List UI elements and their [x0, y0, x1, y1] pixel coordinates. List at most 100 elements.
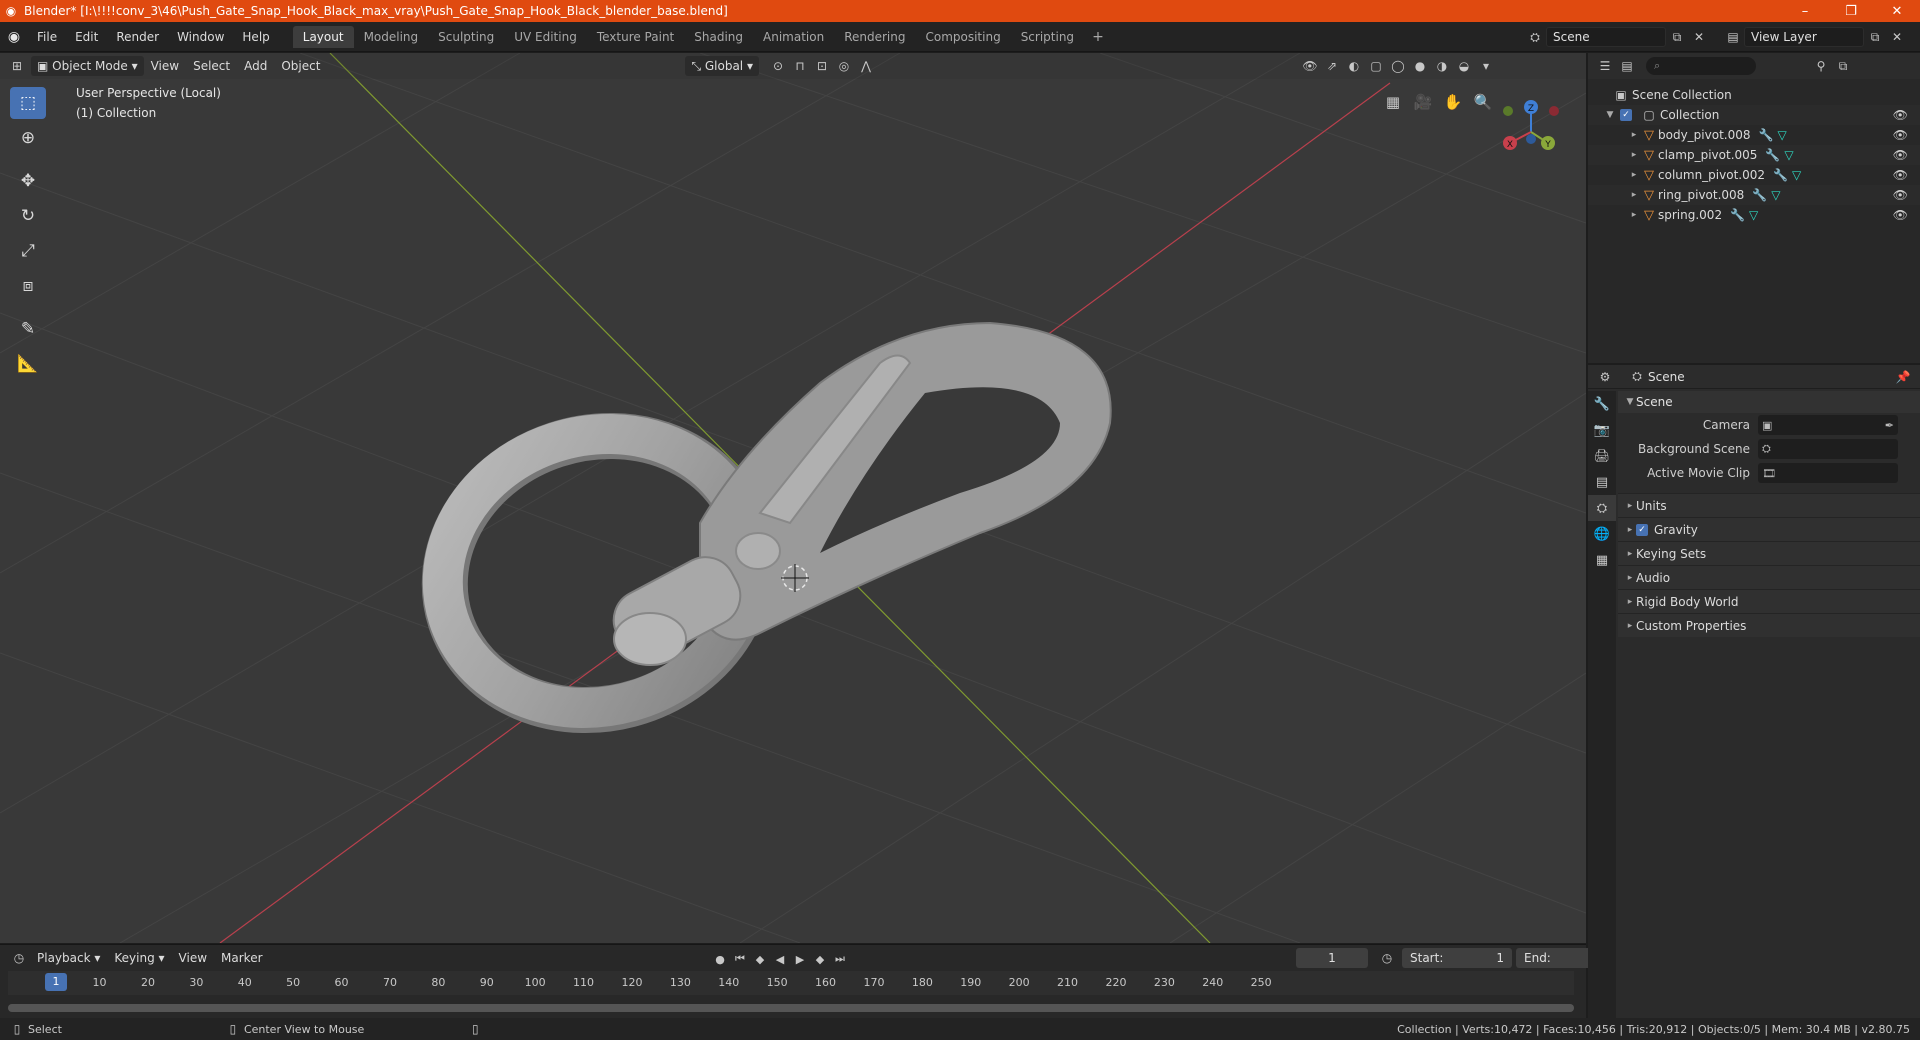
start-frame-field[interactable]: Start: 1 [1402, 948, 1512, 968]
camera-field[interactable]: ▣ ✒ [1758, 415, 1898, 435]
expand-object-icon[interactable]: ▸ [1628, 130, 1640, 140]
cursor-tool-icon[interactable]: ⊕ [10, 122, 46, 154]
expand-object-icon[interactable]: ▸ [1628, 190, 1640, 200]
select-box-tool-icon[interactable]: ⬚ [10, 87, 46, 119]
current-frame-field[interactable]: 1 [1296, 948, 1368, 968]
modifier-icon[interactable]: 🔧 [1765, 148, 1780, 162]
mesh-data-icon[interactable]: ▽ [1784, 148, 1793, 162]
add-workspace-icon[interactable]: + [1084, 29, 1112, 45]
move-tool-icon[interactable]: ✥ [10, 165, 46, 197]
tab-scripting[interactable]: Scripting [1011, 26, 1084, 48]
gizmo-toggle-icon[interactable]: ⇗ [1321, 56, 1343, 76]
expand-object-icon[interactable]: ▸ [1628, 150, 1640, 160]
collection-visibility-icon[interactable]: 👁 [1893, 108, 1908, 122]
world-tab-icon[interactable]: 🌐 [1588, 521, 1616, 547]
viewport-menu-add[interactable]: Add [237, 56, 274, 76]
snap-hook-model[interactable] [407, 321, 1112, 749]
outliner-object-row[interactable]: ▸ ▽ column_pivot.002 🔧 ▽ 👁 [1588, 165, 1920, 185]
menu-edit[interactable]: Edit [66, 22, 107, 52]
menu-window[interactable]: Window [168, 22, 233, 52]
view-layer-field[interactable]: View Layer [1744, 27, 1864, 47]
timeline-editor-type-icon[interactable]: ◷ [8, 948, 30, 968]
outliner-object-row[interactable]: ▸ ▽ spring.002 🔧 ▽ 👁 [1588, 205, 1920, 225]
keying-sets-panel[interactable]: ▸ Keying Sets [1618, 541, 1920, 565]
viewport-menu-object[interactable]: Object [274, 56, 327, 76]
menu-render[interactable]: Render [107, 22, 168, 52]
rotate-tool-icon[interactable]: ↻ [10, 200, 46, 232]
viewport-menu-view[interactable]: View [144, 56, 186, 76]
object-visibility-icon[interactable]: 👁 [1893, 188, 1908, 202]
mesh-data-icon[interactable]: ▽ [1792, 168, 1801, 182]
mode-dropdown[interactable]: ▣ Object Mode ▾ [31, 56, 144, 76]
gizmo-neg-x-icon[interactable] [1549, 106, 1559, 116]
view-layer-tab-icon[interactable]: ▤ [1588, 469, 1616, 495]
tab-rendering[interactable]: Rendering [834, 26, 915, 48]
outliner-editor-type-icon[interactable]: ☰ [1594, 56, 1616, 76]
scale-tool-icon[interactable]: ⤢ [10, 235, 46, 267]
gravity-checkbox[interactable]: ✓ [1636, 523, 1648, 536]
units-panel[interactable]: ▸ Units [1618, 493, 1920, 517]
jump-end-icon[interactable]: ⏭ [830, 949, 850, 969]
expand-object-icon[interactable]: ▸ [1628, 210, 1640, 220]
collection-checkbox-icon[interactable]: ✓ [1620, 109, 1632, 121]
delete-scene-icon[interactable]: ✕ [1688, 27, 1710, 47]
shading-wireframe-icon[interactable]: ◯ [1387, 56, 1409, 76]
object-visibility-icon[interactable]: 👁 [1893, 208, 1908, 222]
scene-tab-icon[interactable]: ⛭ [1588, 495, 1616, 521]
timeline-menu-marker[interactable]: Marker [214, 948, 269, 968]
output-tab-icon[interactable]: 🖨 [1588, 443, 1616, 469]
tab-shading[interactable]: Shading [684, 26, 753, 48]
mesh-data-icon[interactable]: ▽ [1777, 128, 1786, 142]
render-tab-icon[interactable]: 📷 [1588, 417, 1616, 443]
display-mode-icon[interactable]: ▤ [1616, 56, 1638, 76]
shading-options-icon[interactable]: ▾ [1475, 56, 1497, 76]
expand-panel-icon[interactable]: ▸ [1624, 501, 1636, 511]
current-frame-indicator[interactable]: 1 [45, 973, 67, 991]
viewport-menu-select[interactable]: Select [186, 56, 237, 76]
overlay-toggle-icon[interactable]: ◐ [1343, 56, 1365, 76]
timeline-menu-keying[interactable]: Keying ▾ [107, 948, 171, 968]
expand-panel-icon[interactable]: ▸ [1624, 573, 1636, 583]
object-visibility-icon[interactable]: 👁 [1893, 148, 1908, 162]
outliner-object-row[interactable]: ▸ ▽ clamp_pivot.005 🔧 ▽ 👁 [1588, 145, 1920, 165]
transform-orientation-dropdown[interactable]: ⤡ Global ▾ [685, 56, 759, 76]
tool-tab-icon[interactable]: 🔧 [1588, 391, 1616, 417]
background-scene-field[interactable]: ⛭ [1758, 439, 1898, 459]
toggle-camera-grid-icon[interactable]: ▦ [1378, 87, 1408, 117]
tab-compositing[interactable]: Compositing [915, 26, 1010, 48]
view-layer-icon[interactable]: ▤ [1722, 27, 1744, 47]
tab-layout[interactable]: Layout [292, 25, 354, 48]
scene-collection-row[interactable]: ▣ Scene Collection [1588, 85, 1920, 105]
menu-help[interactable]: Help [233, 22, 278, 52]
scene-field[interactable]: Scene [1546, 27, 1666, 47]
rigid-body-world-panel[interactable]: ▸ Rigid Body World [1618, 589, 1920, 613]
collection-row[interactable]: ▼ ✓ ▢ Collection 👁 [1588, 105, 1920, 125]
preview-range-icon[interactable]: ◷ [1376, 948, 1398, 968]
object-visibility-icon[interactable]: 👁 [1893, 168, 1908, 182]
object-visibility-icon[interactable]: 👁 [1893, 128, 1908, 142]
gizmo-neg-z-icon[interactable] [1526, 134, 1536, 144]
new-scene-icon[interactable]: ⧉ [1666, 27, 1688, 47]
pin-icon[interactable]: 📌 [1892, 367, 1914, 387]
prev-keyframe-icon[interactable]: ◆ [750, 949, 770, 969]
gizmo-neg-y-icon[interactable] [1503, 106, 1513, 116]
tab-sculpting[interactable]: Sculpting [428, 26, 504, 48]
play-icon[interactable]: ▶ [790, 949, 810, 969]
expand-panel-icon[interactable]: ▸ [1624, 621, 1636, 631]
maximize-button[interactable]: ❐ [1828, 0, 1874, 22]
eyedropper-icon[interactable]: ✒ [1885, 419, 1894, 432]
measure-tool-icon[interactable]: 📐 [10, 348, 46, 380]
expand-object-icon[interactable]: ▸ [1628, 170, 1640, 180]
filter-icon[interactable]: ⚲ [1810, 56, 1832, 76]
menu-file[interactable]: File [28, 22, 66, 52]
timeline-ruler[interactable]: 1 10 20 30 40 50 60 70 80 90 100 110 120 130 140 150 160… [8, 971, 1574, 995]
editor-type-icon[interactable]: ⊞ [6, 56, 28, 76]
expand-collection-icon[interactable]: ▼ [1604, 110, 1616, 120]
zoom-view-icon[interactable]: 🔍 [1468, 87, 1498, 117]
collapse-panel-icon[interactable]: ▼ [1624, 397, 1636, 407]
pivot-point-icon[interactable]: ⊙ [767, 56, 789, 76]
pan-view-icon[interactable]: ✋ [1438, 87, 1468, 117]
new-view-layer-icon[interactable]: ⧉ [1864, 27, 1886, 47]
selectability-icon[interactable]: 👁 [1299, 56, 1321, 76]
gravity-panel[interactable]: ▸ ✓ Gravity [1618, 517, 1920, 541]
